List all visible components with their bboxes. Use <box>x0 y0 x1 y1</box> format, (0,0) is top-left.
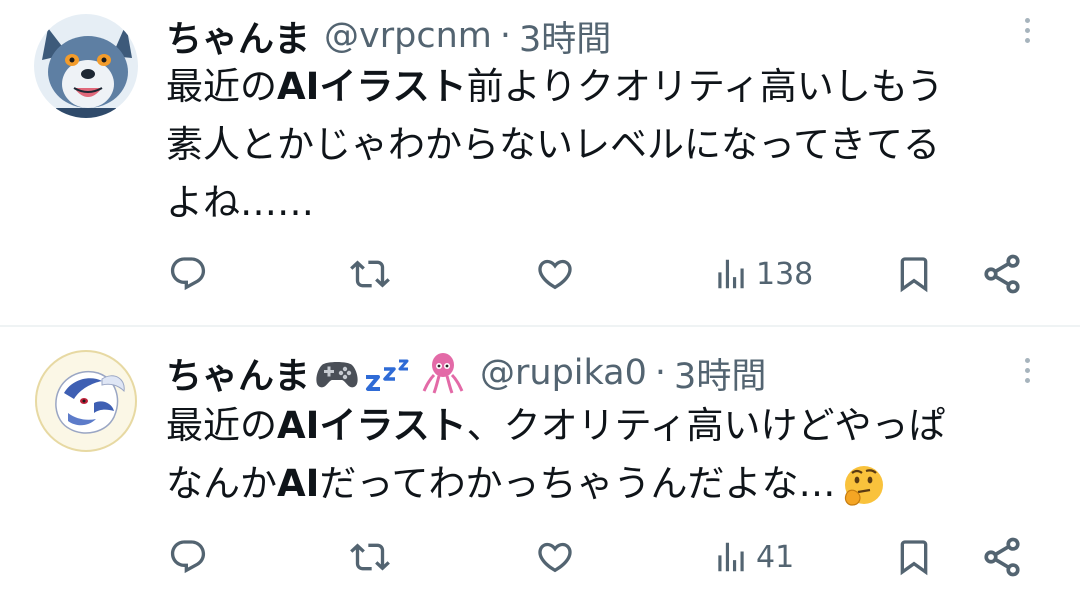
views-chart-icon <box>718 542 744 572</box>
reply-button[interactable] <box>168 249 208 299</box>
zzz-icon <box>364 351 416 395</box>
timestamp[interactable]: 3時間 <box>519 11 611 62</box>
tweet-text-line: 最近のAIイラスト前よりクオリティ高いしもう <box>166 58 1056 116</box>
tweet-text-line: 最近のAIイラスト、クオリティ高いけどやっぱ <box>166 397 1056 455</box>
squid-icon <box>420 351 466 395</box>
text-segment: なんか <box>166 462 277 505</box>
more-options-icon[interactable] <box>1018 354 1036 394</box>
retweet-button[interactable] <box>350 532 390 582</box>
bookmark-button[interactable] <box>894 249 934 299</box>
tweet[interactable]: ちゃんま @rupika0 · 3時間 最近のAIイラスト、クオリティ高いけどや… <box>0 327 1080 607</box>
tweet-header: ちゃんま @vrpcnm · 3時間 <box>166 12 611 60</box>
share-button[interactable] <box>980 249 1024 299</box>
share-button[interactable] <box>980 532 1024 582</box>
views-count: 41 <box>756 539 795 575</box>
reply-icon <box>170 257 206 291</box>
share-icon <box>984 537 1020 577</box>
more-options-icon[interactable] <box>1018 14 1036 54</box>
text-segment: 最近の <box>166 65 277 108</box>
text-segment-bold: AIイラスト <box>277 404 467 447</box>
text-segment: 最近の <box>166 404 277 447</box>
display-name[interactable]: ちゃんま <box>166 10 310 62</box>
bookmark-icon <box>900 257 928 293</box>
tweet-header: ちゃんま @rupika0 · 3時間 <box>166 349 766 397</box>
views-chart-icon <box>718 259 744 289</box>
tweet-text-line: よね…… <box>166 174 1056 232</box>
retweet-icon <box>350 543 390 571</box>
pokemon-avatar-icon <box>35 350 137 452</box>
retweet-button[interactable] <box>350 249 390 299</box>
views-button[interactable]: 138 <box>712 249 813 299</box>
text-segment: 前よりクオリティ高いしもう <box>466 65 944 108</box>
user-handle[interactable]: @rupika0 <box>480 353 647 393</box>
separator-dot: · <box>654 353 667 393</box>
text-segment-bold: AI <box>277 462 320 505</box>
views-button[interactable]: 41 <box>712 532 794 582</box>
like-button[interactable] <box>535 532 575 582</box>
bookmark-icon <box>900 540 928 576</box>
text-segment-bold: AIイラスト <box>277 65 467 108</box>
avatar[interactable] <box>34 14 138 118</box>
text-segment: 、クオリティ高いけどやっぱ <box>466 404 946 447</box>
reply-button[interactable] <box>168 532 208 582</box>
bookmark-button[interactable] <box>894 532 934 582</box>
heart-icon <box>538 259 572 290</box>
display-name[interactable]: ちゃんま <box>166 347 310 399</box>
tweet-actions: 138 <box>0 249 1080 299</box>
avatar[interactable] <box>34 349 138 453</box>
tweet-text: 最近のAIイラスト、クオリティ高いけどやっぱ なんかAIだってわかっちゃうんだよ… <box>166 397 1056 513</box>
retweet-icon <box>350 260 390 288</box>
tweet[interactable]: ちゃんま @vrpcnm · 3時間 最近のAIイラスト前よりクオリティ高いしも… <box>0 0 1080 326</box>
separator-dot: · <box>499 16 511 56</box>
text-segment: よね…… <box>166 181 314 224</box>
timestamp[interactable]: 3時間 <box>674 348 766 399</box>
text-segment: だってわかっちゃうんだよな… <box>319 462 836 505</box>
thinking-face-icon <box>840 464 886 508</box>
share-icon <box>984 254 1020 294</box>
views-count: 138 <box>756 256 814 292</box>
text-segment: 素人とかじゃわからないレベルになってきてる <box>166 123 941 166</box>
like-button[interactable] <box>535 249 575 299</box>
tweet-text-line: なんかAIだってわかっちゃうんだよな… <box>166 455 1056 513</box>
tweet-text-line: 素人とかじゃわからないレベルになってきてる <box>166 116 1056 174</box>
user-handle[interactable]: @vrpcnm <box>324 16 492 56</box>
heart-icon <box>538 542 572 573</box>
reply-icon <box>170 540 206 574</box>
game-controller-icon <box>314 351 360 395</box>
tweet-actions: 41 <box>0 532 1080 582</box>
wolf-avatar-icon <box>34 14 138 118</box>
tweet-text: 最近のAIイラスト前よりクオリティ高いしもう 素人とかじゃわからないレベルになっ… <box>166 58 1056 232</box>
